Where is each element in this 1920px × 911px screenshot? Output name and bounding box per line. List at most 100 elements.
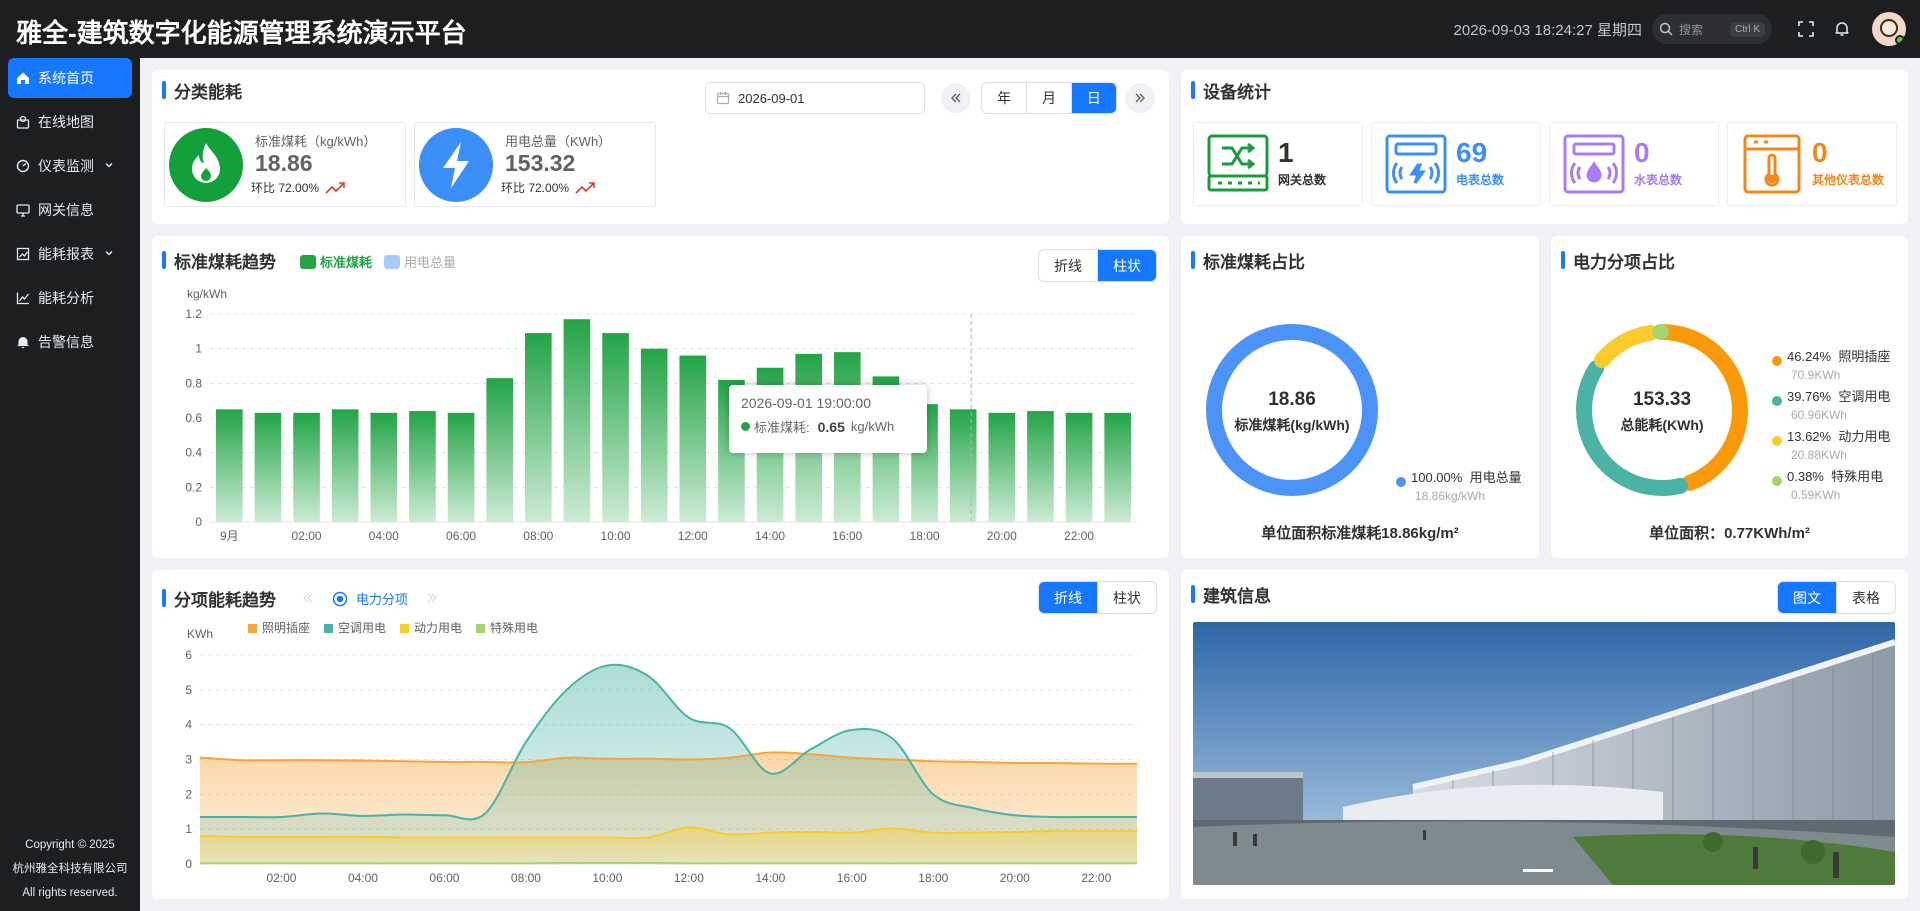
y-tick-label: 1 (195, 342, 202, 356)
bar (254, 412, 282, 522)
mode-bar-button[interactable]: 柱状 (1097, 250, 1156, 281)
coal-ratio-legend[interactable]: 100.00% 用电总量 18.86kg/kWh (1396, 469, 1522, 505)
flame-icon (192, 143, 220, 183)
radio-selected-icon (332, 591, 348, 606)
period-year-button[interactable]: 年 (982, 83, 1026, 113)
legend-swatch (400, 624, 409, 633)
y-tick-label: 1 (185, 822, 192, 836)
sidebar-item-report[interactable]: 能耗报表 (8, 234, 132, 274)
search-box[interactable]: 搜索 Ctrl K (1652, 14, 1772, 44)
tab-prev-icon[interactable] (302, 591, 314, 605)
map-icon (16, 115, 30, 129)
avatar-face (1880, 19, 1898, 37)
legend-dot (1772, 356, 1782, 366)
carousel-indicator (1523, 869, 1553, 872)
card-title-text: 分类能耗 (174, 82, 242, 102)
y-tick-label: 1.2 (185, 307, 202, 321)
calendar-icon (716, 92, 730, 105)
legend-name: 动力用电 (1838, 429, 1891, 444)
sidebar-item-alarm[interactable]: 告警信息 (8, 322, 132, 362)
other-meter-label: 其他仪表总数 (1812, 173, 1885, 187)
monitor-icon (16, 204, 30, 217)
y-tick-label: 0.2 (185, 480, 202, 494)
sidebar-item-label: 在线地图 (38, 114, 94, 130)
x-tick-label: 08:00 (523, 529, 553, 543)
analysis-icon (16, 292, 30, 305)
thermometer-meter-icon (1743, 134, 1801, 194)
bar (447, 412, 475, 522)
legend-label: 用电总量 (404, 255, 457, 270)
tooltip-dot (741, 422, 750, 431)
bar (679, 355, 707, 522)
power-legend-ac[interactable]: 39.76% 空调用电 60.96KWh (1772, 388, 1891, 424)
legend-sub: 70.9KWh (1791, 368, 1841, 382)
building-photo[interactable] (1193, 622, 1895, 885)
legend-label: 动力用电 (414, 621, 462, 635)
mode-line-button[interactable]: 折线 (1039, 250, 1097, 281)
legend-sub: 20.88KWh (1791, 448, 1848, 462)
donut-slice (1206, 324, 1378, 496)
sidebar-item-map[interactable]: 在线地图 (8, 102, 132, 142)
prev-date-button[interactable] (941, 83, 971, 113)
next-date-button[interactable] (1125, 83, 1155, 113)
clock: 2026-09-03 18:24:27 星期四 (1453, 21, 1642, 39)
tab-power-subitem[interactable]: 电力分项 (332, 589, 408, 608)
x-tick-label: 06:00 (429, 871, 459, 885)
mode-line-button[interactable]: 折线 (1039, 582, 1097, 613)
legend-sub: 60.96KWh (1791, 408, 1848, 422)
chevron-down-icon (105, 163, 113, 168)
mode-bar-button[interactable]: 柱状 (1097, 582, 1156, 613)
date-picker[interactable]: 2026-09-01 (705, 82, 925, 114)
legend-name: 照明插座 (1838, 349, 1891, 364)
bell-icon (17, 337, 29, 348)
legend-pct: 46.24% (1787, 349, 1832, 364)
notification-button[interactable] (1824, 11, 1860, 47)
y-tick-label: 2 (185, 787, 192, 801)
x-tick-label: 22:00 (1081, 871, 1111, 885)
bar (216, 409, 243, 522)
mode-graphic-button[interactable]: 图文 (1778, 582, 1836, 613)
mode-table-button[interactable]: 表格 (1836, 582, 1895, 613)
card-title: 分类能耗 (162, 80, 242, 102)
x-tick-label: 08:00 (511, 871, 541, 885)
bar (1027, 411, 1054, 522)
y-tick-label: 4 (185, 718, 192, 732)
period-month-button[interactable]: 月 (1026, 83, 1070, 113)
gateway-count: 1 (1278, 137, 1294, 168)
avatar[interactable] (1872, 12, 1906, 46)
sidebar-item-home[interactable]: 系统首页 (8, 58, 132, 98)
x-tick-label: 18:00 (910, 529, 940, 543)
x-tick-label: 20:00 (1000, 871, 1030, 885)
bar (409, 411, 436, 522)
sidebar-item-meter[interactable]: 仪表监测 (8, 146, 132, 186)
donut-center-value: 153.33 (1633, 389, 1691, 410)
coal-chart-mode: 折线 柱状 (1038, 249, 1157, 282)
power-legend-special[interactable]: 0.38% 特殊用电 0.59KWh (1772, 468, 1884, 504)
legend-name: 特殊用电 (1831, 469, 1884, 484)
sidebar-item-label: 能耗报表 (38, 246, 94, 262)
power-legend-item[interactable]: 用电总量 (384, 252, 456, 271)
tab-next-icon[interactable] (426, 591, 438, 605)
legend-name: 空调用电 (1838, 389, 1891, 404)
coal-legend-item[interactable]: 标准煤耗 (300, 252, 372, 271)
fullscreen-button[interactable] (1788, 11, 1824, 47)
device-other-meter: 0 其他仪表总数 (1727, 122, 1897, 206)
legend-label: 空调用电 (338, 621, 386, 635)
search-icon (1659, 22, 1673, 36)
power-legend-power[interactable]: 13.62% 动力用电 20.88KWh (1772, 428, 1891, 464)
card-title: 设备统计 (1191, 80, 1271, 102)
power-legend-lighting[interactable]: 46.24% 照明插座 70.9KWh (1772, 348, 1891, 384)
fullscreen-icon (1798, 21, 1814, 37)
legend-name: 用电总量 (1469, 470, 1522, 485)
card-title-text: 标准煤耗占比 (1203, 252, 1305, 272)
sidebar-item-analysis[interactable]: 能耗分析 (8, 278, 132, 318)
donut-center-label: 总能耗(KWh) (1620, 417, 1703, 433)
legend-pct: 13.62% (1787, 429, 1832, 444)
period-day-button[interactable]: 日 (1070, 83, 1116, 113)
meter-icon (16, 159, 30, 173)
sidebar-item-gateway[interactable]: 网关信息 (8, 190, 132, 230)
tooltip-label: 标准煤耗: (754, 420, 810, 435)
x-tick-label: 10:00 (601, 529, 631, 543)
x-tick-label: 12:00 (678, 529, 708, 543)
sidebar-item-label: 网关信息 (38, 202, 94, 218)
